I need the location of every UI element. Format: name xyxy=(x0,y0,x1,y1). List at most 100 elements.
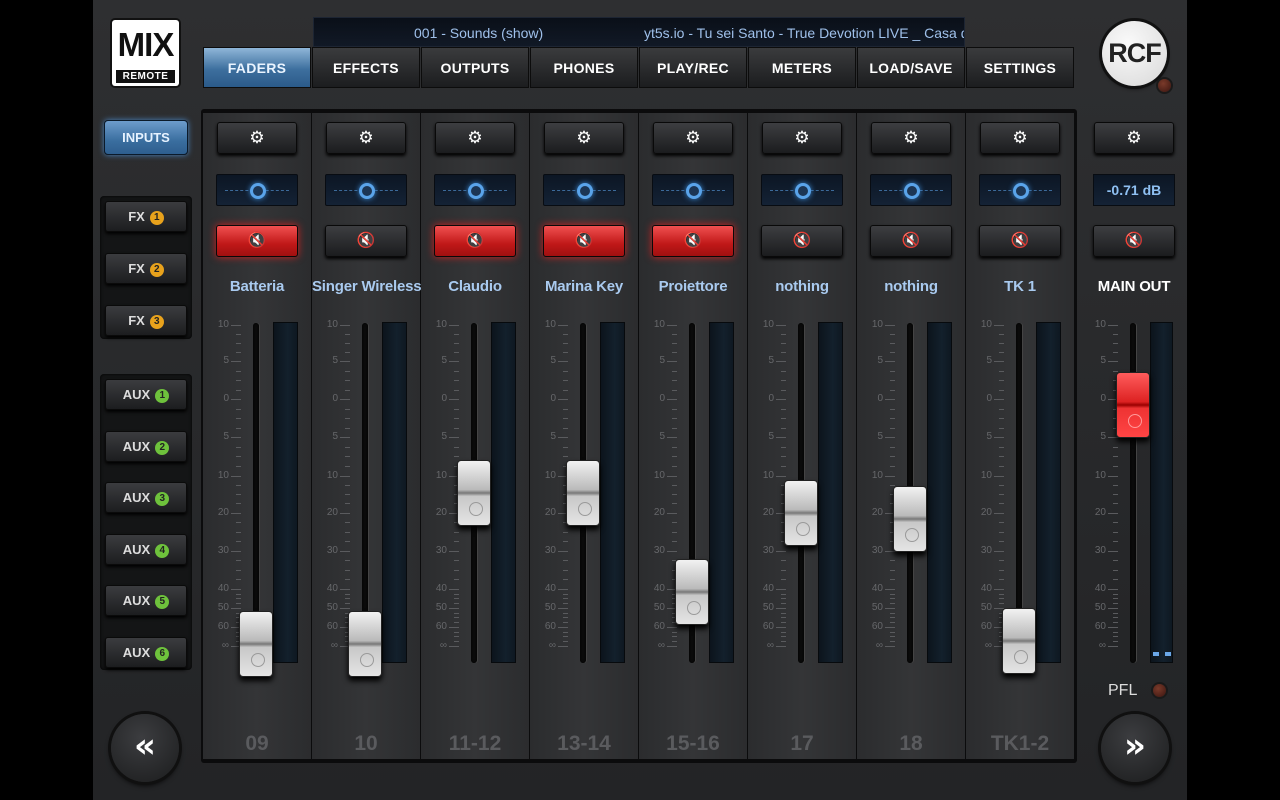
scale-minor-tick xyxy=(454,603,459,605)
mute-button[interactable]: 🔇 xyxy=(870,225,952,257)
fader-knob[interactable] xyxy=(457,460,491,526)
tab-effects[interactable]: EFFECTS xyxy=(312,47,420,88)
mute-button[interactable]: 🔇 xyxy=(325,225,407,257)
scale-tick xyxy=(994,588,1004,590)
aux-2-button[interactable]: AUX 2 xyxy=(105,430,187,462)
scale-label: 10 xyxy=(871,319,883,330)
scale-label: 30 xyxy=(871,544,883,556)
pan-knob[interactable] xyxy=(468,183,484,199)
tab-faders[interactable]: FADERS xyxy=(203,47,311,88)
mute-button[interactable]: 🔇 xyxy=(652,225,734,257)
fader-knob[interactable] xyxy=(893,485,927,552)
aux-1-button[interactable]: AUX 1 xyxy=(105,379,187,410)
pan-knob[interactable] xyxy=(904,183,920,199)
main-mute-button[interactable]: 🔇 xyxy=(1093,225,1175,257)
scale-minor-tick xyxy=(236,593,241,595)
scale-minor-tick xyxy=(999,593,1004,595)
channel-settings-button[interactable]: ⚙ xyxy=(762,122,842,154)
channel-settings-button[interactable]: ⚙ xyxy=(980,122,1060,154)
scale-minor-tick xyxy=(345,598,350,600)
fx-label: FX xyxy=(128,313,145,328)
channel-strip: ⚙ 🔇 Singer Wireless 10 5 0 5 10 20 30 40 50 60 ∞ 10 xyxy=(312,113,422,759)
mute-button[interactable]: 🔇 xyxy=(761,225,843,257)
pan-control[interactable] xyxy=(761,174,843,206)
aux-6-button[interactable]: AUX 6 xyxy=(105,636,187,668)
fader-knob[interactable] xyxy=(675,558,709,625)
scale-label: 50 xyxy=(871,601,883,613)
meter-signal xyxy=(1153,652,1171,656)
pan-control[interactable] xyxy=(543,174,625,206)
aux-5-button[interactable]: AUX 5 xyxy=(105,585,187,616)
channel-settings-button[interactable]: ⚙ xyxy=(435,122,515,154)
prev-page-button[interactable]: « xyxy=(111,714,179,782)
pan-control[interactable] xyxy=(325,174,407,206)
scale-minor-tick xyxy=(563,408,568,410)
aux-4-button[interactable]: AUX 4 xyxy=(105,533,187,565)
scale-label: 0 xyxy=(550,393,556,405)
fader-knob[interactable] xyxy=(784,480,818,547)
tab-settings[interactable]: SETTINGS xyxy=(966,47,1074,88)
level-meter xyxy=(382,322,407,663)
tab-loadsave[interactable]: LOAD/SAVE xyxy=(857,47,965,88)
main-settings-button[interactable]: ⚙ xyxy=(1094,122,1174,154)
scale-label: 0 xyxy=(659,393,665,405)
scale-minor-tick xyxy=(781,352,786,354)
fx-2-button[interactable]: FX 2 xyxy=(105,253,187,284)
scale-label: 40 xyxy=(980,582,992,594)
pan-control[interactable] xyxy=(216,174,298,206)
channel-settings-button[interactable]: ⚙ xyxy=(217,122,297,154)
mute-button[interactable]: 🔇 xyxy=(543,225,625,257)
channel-name: Singer Wireless xyxy=(312,278,422,295)
tab-outputs[interactable]: OUTPUTS xyxy=(421,47,529,88)
scale-tick xyxy=(776,475,786,477)
pan-control[interactable] xyxy=(979,174,1061,206)
pan-knob[interactable] xyxy=(250,183,266,199)
scale-minor-tick xyxy=(781,631,786,633)
inputs-button[interactable]: INPUTS xyxy=(104,120,188,155)
channel-settings-button[interactable]: ⚙ xyxy=(871,122,951,154)
pan-control[interactable] xyxy=(870,174,952,206)
scale-minor-tick xyxy=(1113,370,1118,372)
fx-1-button[interactable]: FX 1 xyxy=(105,201,187,232)
mute-button[interactable]: 🔇 xyxy=(216,225,298,257)
mute-button[interactable]: 🔇 xyxy=(434,225,516,257)
aux-3-button[interactable]: AUX 3 xyxy=(105,482,187,513)
scale-minor-tick xyxy=(781,636,786,638)
scale-tick xyxy=(667,626,677,628)
channel-settings-button[interactable]: ⚙ xyxy=(326,122,406,154)
scale-tick xyxy=(994,512,1004,514)
fx-3-button[interactable]: FX 3 xyxy=(105,305,187,336)
pan-control[interactable] xyxy=(652,174,734,206)
tab-meters[interactable]: METERS xyxy=(748,47,856,88)
pan-knob[interactable] xyxy=(1013,183,1029,199)
tab-playrec[interactable]: PLAY/REC xyxy=(639,47,747,88)
level-meter xyxy=(1150,322,1173,663)
scale-label: 5 xyxy=(550,431,556,443)
channel-settings-button[interactable]: ⚙ xyxy=(544,122,624,154)
scale-minor-tick xyxy=(890,617,895,619)
main-fader-knob[interactable] xyxy=(1116,371,1150,438)
fader-knob[interactable] xyxy=(1002,607,1036,674)
mute-button[interactable]: 🔇 xyxy=(979,225,1061,257)
pan-knob[interactable] xyxy=(577,183,593,199)
scale-tick xyxy=(776,399,786,401)
pan-knob[interactable] xyxy=(359,183,375,199)
pan-knob[interactable] xyxy=(686,183,702,199)
scale-label: 50 xyxy=(326,601,338,613)
scale-label: 0 xyxy=(223,393,229,405)
scale-tick xyxy=(994,437,1004,439)
tab-phones[interactable]: PHONES xyxy=(530,47,638,88)
fader-knob[interactable] xyxy=(239,611,273,678)
scale-minor-tick xyxy=(890,560,895,562)
pan-knob[interactable] xyxy=(795,183,811,199)
fader-knob[interactable] xyxy=(348,611,382,678)
pfl-led[interactable] xyxy=(1153,684,1166,697)
channel-number: 11-12 xyxy=(448,732,502,755)
pan-control[interactable] xyxy=(434,174,516,206)
scale-minor-tick xyxy=(345,560,350,562)
channel-settings-button[interactable]: ⚙ xyxy=(653,122,733,154)
channel-number: 15-16 xyxy=(666,732,720,755)
scale-tick xyxy=(1108,361,1118,363)
fader-knob[interactable] xyxy=(566,460,600,526)
scale-minor-tick xyxy=(672,541,677,543)
